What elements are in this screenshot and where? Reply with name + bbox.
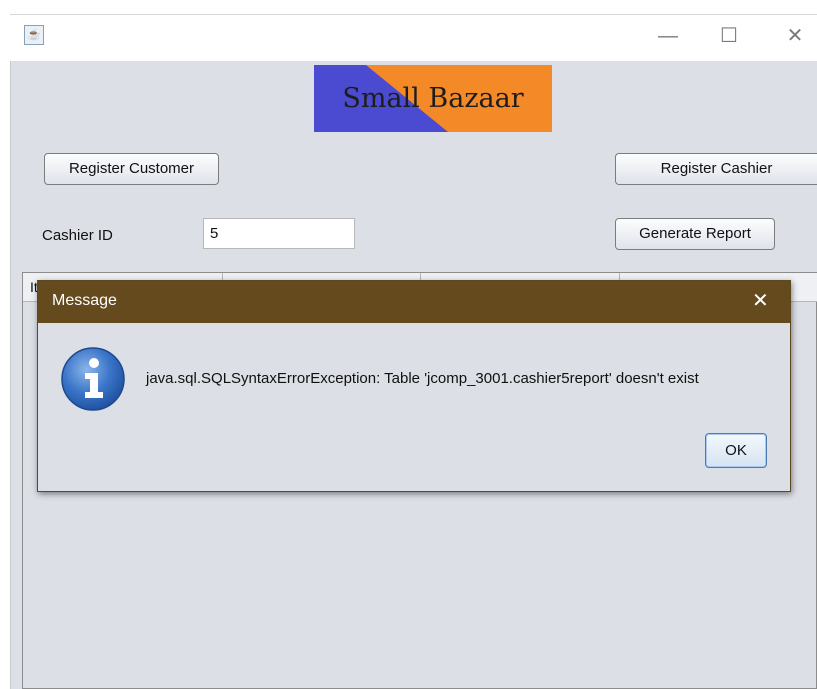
dialog-close-button[interactable]: ✕ bbox=[752, 289, 769, 313]
minimize-button[interactable]: — bbox=[645, 18, 691, 54]
dialog-title: Message bbox=[52, 292, 117, 309]
dialog-message: java.sql.SQLSyntaxErrorException: Table … bbox=[146, 370, 699, 387]
ok-button[interactable]: OK bbox=[705, 433, 767, 468]
info-icon bbox=[60, 346, 126, 412]
cashier-id-label: Cashier ID bbox=[42, 227, 113, 244]
logo-text: Small Bazaar bbox=[342, 83, 524, 114]
dialog-titlebar bbox=[38, 281, 790, 323]
small-bazaar-logo: Small Bazaar bbox=[314, 65, 552, 132]
close-window-button[interactable]: ✕ bbox=[772, 18, 817, 54]
register-customer-button[interactable]: Register Customer bbox=[44, 153, 219, 185]
java-app-icon: ☕ bbox=[24, 25, 44, 45]
window-titlebar bbox=[10, 14, 817, 61]
cashier-id-input[interactable]: 5 bbox=[203, 218, 355, 249]
generate-report-button[interactable]: Generate Report bbox=[615, 218, 775, 250]
maximize-button[interactable]: ☐ bbox=[706, 18, 752, 54]
register-cashier-button[interactable]: Register Cashier bbox=[615, 153, 817, 185]
